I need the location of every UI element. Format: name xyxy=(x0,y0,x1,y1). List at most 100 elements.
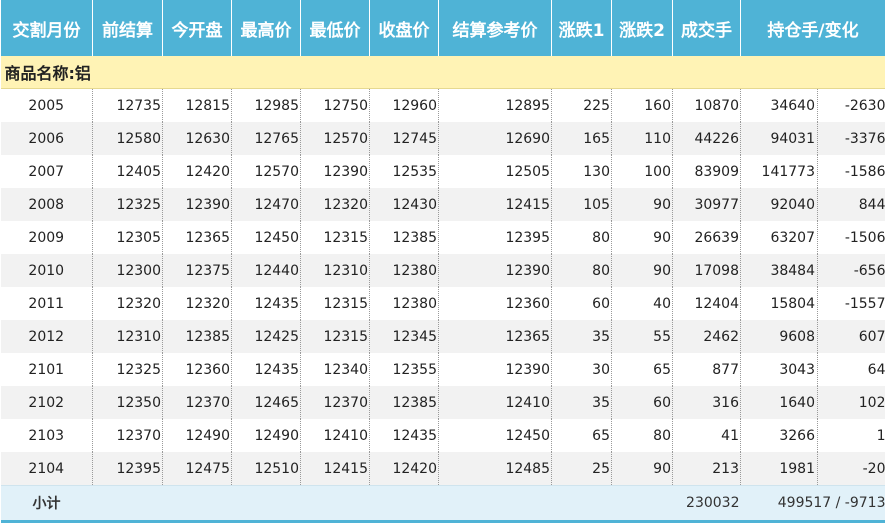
cell-change2: 160 xyxy=(611,88,673,122)
cell-month: 2010 xyxy=(0,254,93,287)
cell-open: 12815 xyxy=(162,88,232,122)
cell-volume: 12404 xyxy=(672,287,741,320)
col-header-low: 最低价 xyxy=(300,0,370,56)
cell-change1: 35 xyxy=(551,320,612,353)
cell-change1: 25 xyxy=(551,452,612,486)
cell-prev-settle: 12395 xyxy=(92,452,163,486)
cell-position-change: -2630 xyxy=(817,88,885,122)
cell-prev-settle: 12310 xyxy=(92,320,163,353)
cell-high: 12470 xyxy=(231,188,301,221)
col-header-prev-settle: 前结算 xyxy=(92,0,163,56)
col-header-open-interest: 持仓手/变化 xyxy=(740,0,885,56)
table-row: 2010 12300 12375 12440 12310 12380 12390 80 90 17… xyxy=(0,254,885,287)
cell-volume: 44226 xyxy=(672,122,741,155)
cell-open: 12475 xyxy=(162,452,232,486)
header-row: 交割月份 前结算 今开盘 最高价 最低价 收盘价 结算参考价 涨跌1 涨跌2 成… xyxy=(0,0,885,56)
table-row: 2104 12395 12475 12510 12415 12420 12485 25 90 21… xyxy=(0,452,885,486)
cell-month: 2012 xyxy=(0,320,93,353)
cell-close: 12385 xyxy=(369,221,439,254)
cell-position: 63207 xyxy=(740,221,818,254)
cell-position: 9608 xyxy=(740,320,818,353)
cell-volume: 10870 xyxy=(672,88,741,122)
cell-prev-settle: 12325 xyxy=(92,188,163,221)
cell-position-change: 64 xyxy=(817,353,885,386)
cell-position: 1640 xyxy=(740,386,818,419)
table-row: 2008 12325 12390 12470 12320 12430 12415 105 90 3… xyxy=(0,188,885,221)
col-header-change2: 涨跌2 xyxy=(611,0,673,56)
cell-close: 12355 xyxy=(369,353,439,386)
col-header-open: 今开盘 xyxy=(162,0,232,56)
cell-high: 12435 xyxy=(231,287,301,320)
cell-position-change: -1557 xyxy=(817,287,885,320)
futures-quotes-table: 交割月份 前结算 今开盘 最高价 最低价 收盘价 结算参考价 涨跌1 涨跌2 成… xyxy=(0,0,885,523)
cell-position-change: -20 xyxy=(817,452,885,486)
table-row: 2103 12370 12490 12490 12410 12435 12450 65 80 41… xyxy=(0,419,885,452)
table-row: 2011 12320 12320 12435 12315 12380 12360 60 40 12… xyxy=(0,287,885,320)
cell-low: 12390 xyxy=(300,155,370,188)
cell-low: 12415 xyxy=(300,452,370,486)
cell-close: 12430 xyxy=(369,188,439,221)
cell-prev-settle: 12320 xyxy=(92,287,163,320)
cell-position: 1981 xyxy=(740,452,818,486)
cell-position: 3266 xyxy=(740,419,818,452)
cell-volume: 316 xyxy=(672,386,741,419)
cell-prev-settle: 12370 xyxy=(92,419,163,452)
commodity-name-label: 商品名称:铝 xyxy=(0,56,885,89)
cell-position: 92040 xyxy=(740,188,818,221)
cell-settle-ref: 12365 xyxy=(438,320,552,353)
cell-position: 3043 xyxy=(740,353,818,386)
cell-open: 12390 xyxy=(162,188,232,221)
cell-high: 12440 xyxy=(231,254,301,287)
cell-month: 2005 xyxy=(0,88,93,122)
cell-close: 12435 xyxy=(369,419,439,452)
cell-position: 34640 xyxy=(740,88,818,122)
cell-month: 2008 xyxy=(0,188,93,221)
cell-prev-settle: 12405 xyxy=(92,155,163,188)
cell-high: 12490 xyxy=(231,419,301,452)
cell-change2: 100 xyxy=(611,155,673,188)
cell-position-change: 102 xyxy=(817,386,885,419)
table-row: 2102 12350 12370 12465 12370 12385 12410 35 60 31… xyxy=(0,386,885,419)
cell-close: 12380 xyxy=(369,287,439,320)
table-row: 2007 12405 12420 12570 12390 12535 12505 130 100… xyxy=(0,155,885,188)
cell-open: 12490 xyxy=(162,419,232,452)
table-row: 2101 12325 12360 12435 12340 12355 12390 30 65 87… xyxy=(0,353,885,386)
cell-month: 2103 xyxy=(0,419,93,452)
cell-month: 2006 xyxy=(0,122,93,155)
cell-change2: 40 xyxy=(611,287,673,320)
cell-month: 2102 xyxy=(0,386,93,419)
col-header-volume: 成交手 xyxy=(672,0,741,56)
cell-high: 12570 xyxy=(231,155,301,188)
cell-open: 12360 xyxy=(162,353,232,386)
cell-prev-settle: 12305 xyxy=(92,221,163,254)
cell-month: 2011 xyxy=(0,287,93,320)
cell-high: 12425 xyxy=(231,320,301,353)
cell-change2: 80 xyxy=(611,419,673,452)
cell-high: 12985 xyxy=(231,88,301,122)
cell-settle-ref: 12895 xyxy=(438,88,552,122)
quotes-page: 交割月份 前结算 今开盘 最高价 最低价 收盘价 结算参考价 涨跌1 涨跌2 成… xyxy=(0,0,885,527)
total-volume: 230032 xyxy=(672,485,741,523)
cell-prev-settle: 12325 xyxy=(92,353,163,386)
cell-month: 2101 xyxy=(0,353,93,386)
cell-volume: 17098 xyxy=(672,254,741,287)
cell-change1: 30 xyxy=(551,353,612,386)
cell-month: 2104 xyxy=(0,452,93,486)
total-row: 小计 230032 499517 / -9713 xyxy=(0,485,885,523)
cell-change1: 130 xyxy=(551,155,612,188)
cell-position-change: -1506 xyxy=(817,221,885,254)
cell-open: 12630 xyxy=(162,122,232,155)
cell-close: 12535 xyxy=(369,155,439,188)
total-label: 小计 xyxy=(0,485,93,523)
cell-change2: 90 xyxy=(611,254,673,287)
cell-position-change: 844 xyxy=(817,188,885,221)
cell-open: 12370 xyxy=(162,386,232,419)
cell-change2: 60 xyxy=(611,386,673,419)
cell-settle-ref: 12390 xyxy=(438,353,552,386)
table-row: 2006 12580 12630 12765 12570 12745 12690 165 110… xyxy=(0,122,885,155)
cell-volume: 41 xyxy=(672,419,741,452)
cell-low: 12410 xyxy=(300,419,370,452)
cell-high: 12435 xyxy=(231,353,301,386)
cell-prev-settle: 12350 xyxy=(92,386,163,419)
cell-settle-ref: 12690 xyxy=(438,122,552,155)
